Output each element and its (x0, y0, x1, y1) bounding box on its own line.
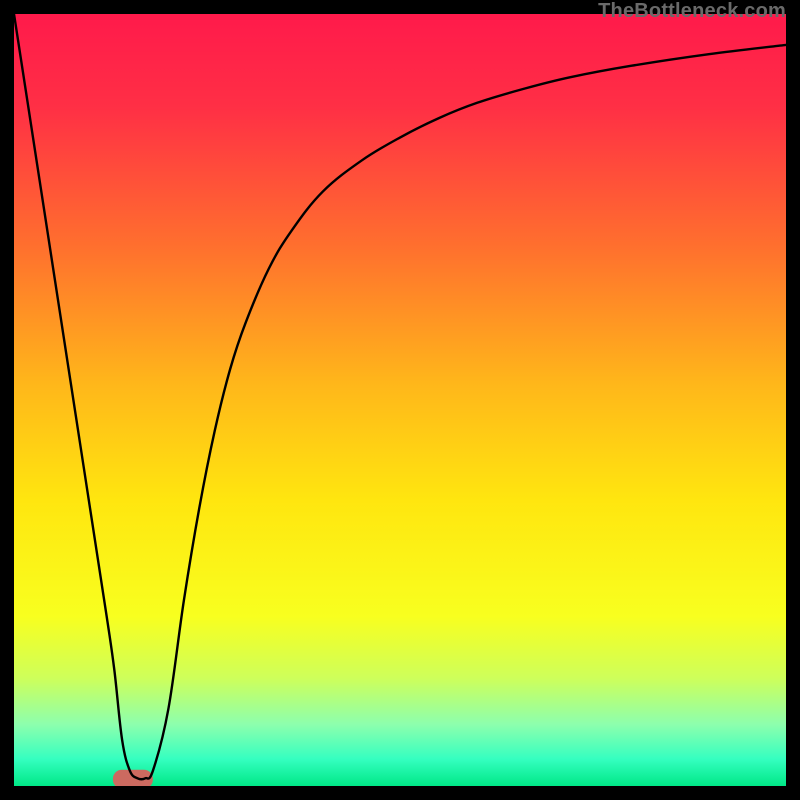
bottleneck-chart (14, 14, 786, 786)
attribution-text: TheBottleneck.com (598, 0, 786, 23)
gradient-background (14, 14, 786, 786)
